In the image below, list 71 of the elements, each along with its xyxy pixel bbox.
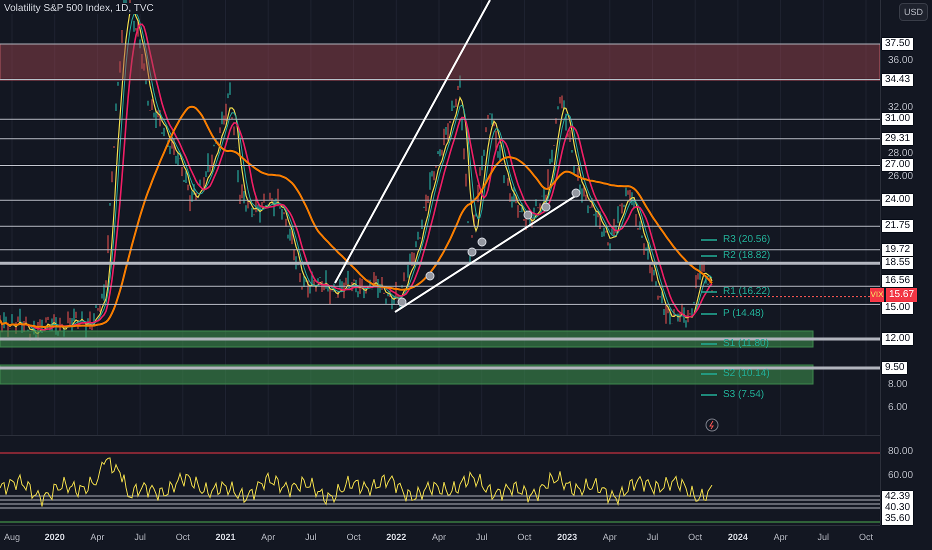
pivot-line (701, 394, 717, 396)
level-label: 35.60 (882, 513, 914, 525)
time-label: Apr (774, 532, 788, 542)
time-label: 2022 (386, 532, 406, 542)
level-label: 42.39 (882, 491, 914, 503)
time-label: Jul (476, 532, 488, 542)
level-label: 40.30 (882, 502, 914, 514)
level-label: 27.00 (882, 159, 914, 172)
pivot-label: R1 (16.22) (723, 285, 770, 299)
pivot-line (701, 343, 717, 345)
axis-label: 32.00 (888, 100, 914, 114)
point-marker (524, 210, 532, 220)
pivot-label: R2 (18.82) (723, 249, 770, 263)
pivot-line (701, 239, 717, 241)
axis-label: 36.00 (888, 54, 914, 68)
time-label: 2021 (215, 532, 236, 542)
axis-label: 28.00 (888, 146, 914, 160)
level-label: 24.00 (882, 194, 914, 206)
time-label: Oct (517, 532, 532, 542)
last-price-label: 15.67 (886, 288, 918, 302)
time-label: Oct (859, 532, 873, 542)
level-label: 34.43 (882, 74, 914, 86)
pivot-label: P (14.48) (723, 307, 764, 321)
time-label: Apr (90, 532, 104, 542)
pivot-label: S2 (10.14) (723, 367, 770, 381)
time-label: Oct (688, 532, 702, 542)
level-label: 19.72 (882, 244, 914, 256)
level-label: 16.56 (882, 274, 914, 287)
level-label: 9.50 (882, 362, 908, 374)
time-label: Oct (346, 532, 361, 542)
lightning-icon (706, 418, 718, 432)
axis-label: 8.00 (888, 378, 908, 392)
time-label: Oct (176, 532, 190, 542)
pivot-label: S1 (11.80) (723, 337, 769, 351)
pivot-line (701, 255, 717, 257)
time-label: 2023 (557, 532, 578, 542)
time-label: Apr (602, 532, 617, 542)
pivot-line (701, 291, 717, 293)
pivot-label: R3 (20.56) (723, 233, 770, 247)
level-label: 29.31 (882, 132, 914, 145)
level-label: 12.00 (882, 333, 914, 346)
level-label: 18.55 (882, 257, 914, 270)
axis-label: 80.00 (888, 445, 914, 459)
time-label: 2024 (728, 532, 748, 542)
point-marker (542, 202, 550, 212)
point-marker (398, 298, 406, 306)
level-label: 31.00 (882, 113, 914, 126)
axis-label: 26.00 (888, 170, 914, 184)
level-label: 37.50 (882, 38, 914, 50)
currency-button[interactable]: USD (898, 3, 928, 21)
level-label: 21.75 (882, 220, 914, 232)
time-label: Aug (4, 532, 20, 542)
time-label: Apr (432, 532, 446, 542)
time-label: Jul (818, 532, 830, 542)
time-label: Jul (134, 532, 146, 542)
level-label: 15.00 (882, 302, 914, 314)
point-marker (478, 238, 486, 246)
symbol-badge: VIX (870, 288, 884, 302)
time-label: Apr (261, 532, 276, 542)
point-marker (468, 248, 476, 256)
time-label: 2020 (44, 532, 65, 542)
chart-title: Volatility S&P 500 Index, 1D, TVC (4, 3, 154, 14)
point-marker (572, 188, 580, 198)
point-marker (426, 272, 434, 280)
time-label: Jul (305, 532, 317, 542)
pivot-line (701, 373, 717, 375)
time-label: Jul (646, 532, 658, 542)
pivot-label: S3 (7.54) (723, 388, 764, 402)
axis-label: 6.00 (888, 401, 908, 416)
pivot-line (701, 313, 717, 315)
axis-label: 60.00 (888, 469, 914, 483)
